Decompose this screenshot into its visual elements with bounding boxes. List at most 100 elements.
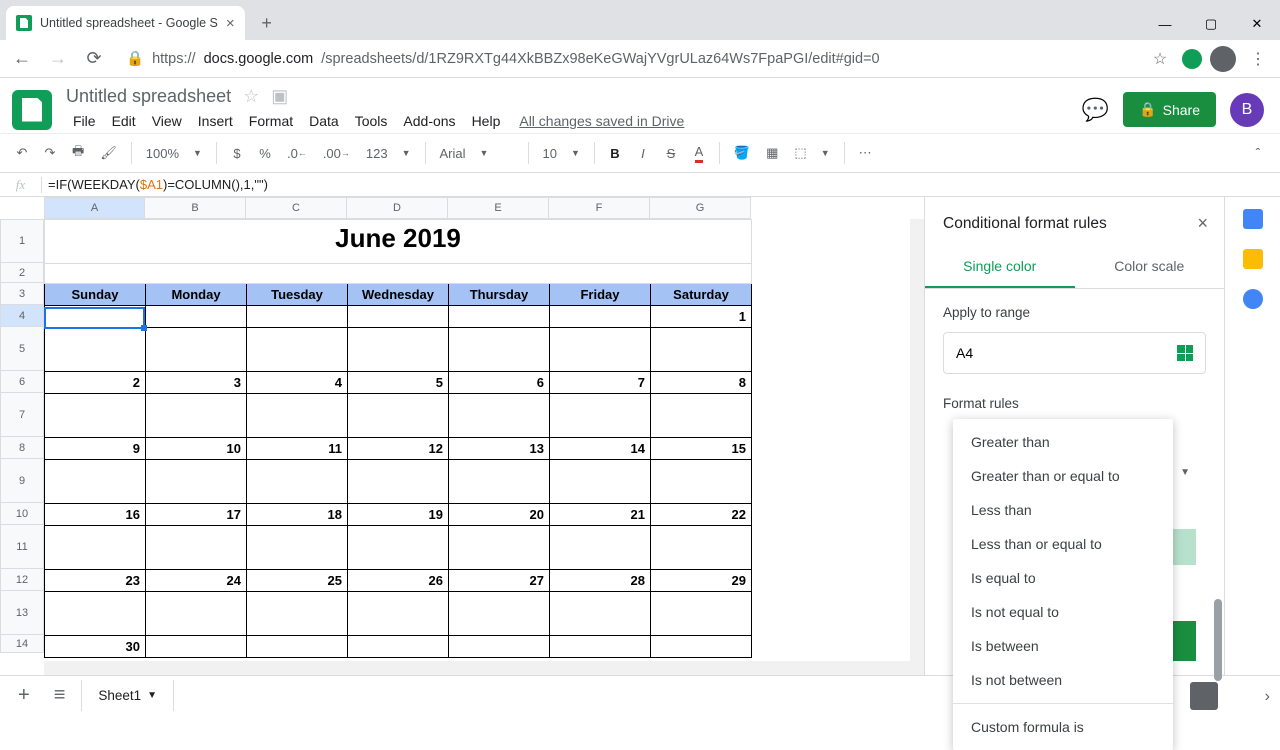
menu-addons[interactable]: Add-ons: [396, 109, 462, 133]
row-header[interactable]: 9: [0, 459, 44, 503]
more-formats-dropdown[interactable]: 123▼: [360, 142, 417, 165]
print-button[interactable]: 🖶: [66, 138, 90, 168]
dd-item-not-between[interactable]: Is not between: [953, 663, 1173, 697]
dd-item-less-equal[interactable]: Less than or equal to: [953, 527, 1173, 561]
back-button[interactable]: ←: [8, 48, 36, 69]
menu-view[interactable]: View: [145, 109, 189, 133]
menu-tools[interactable]: Tools: [348, 109, 395, 133]
row-header[interactable]: 11: [0, 525, 44, 569]
formula-input[interactable]: =IF(WEEKDAY($A1)=COLUMN(),1,""): [42, 177, 274, 193]
dd-item-between[interactable]: Is between: [953, 629, 1173, 663]
format-percent-button[interactable]: %: [253, 142, 277, 165]
close-tab-icon[interactable]: ×: [226, 15, 235, 32]
italic-button[interactable]: I: [631, 142, 655, 165]
bold-button[interactable]: B: [603, 142, 627, 165]
add-sheet-button[interactable]: +: [10, 680, 38, 711]
col-header[interactable]: F: [549, 197, 650, 219]
menu-data[interactable]: Data: [302, 109, 346, 133]
address-bar[interactable]: 🔒 https://docs.google.com/spreadsheets/d…: [116, 50, 1138, 67]
dd-item-greater-than[interactable]: Greater than: [953, 425, 1173, 459]
sheets-logo-icon[interactable]: [12, 90, 52, 130]
dd-item-custom-formula[interactable]: Custom formula is: [953, 710, 1173, 744]
dd-item-greater-equal[interactable]: Greater than or equal to: [953, 459, 1173, 493]
close-window-button[interactable]: ✕: [1234, 8, 1280, 40]
row-header[interactable]: 13: [0, 591, 44, 635]
menu-format[interactable]: Format: [242, 109, 300, 133]
col-header[interactable]: C: [246, 197, 347, 219]
tasks-addon-icon[interactable]: [1243, 289, 1263, 309]
strikethrough-button[interactable]: S: [659, 142, 683, 165]
account-avatar[interactable]: B: [1230, 93, 1264, 127]
doc-title[interactable]: Untitled spreadsheet: [66, 86, 231, 107]
new-tab-button[interactable]: +: [253, 9, 281, 37]
minimize-button[interactable]: ―: [1142, 8, 1188, 40]
bookmark-icon[interactable]: ☆: [1146, 49, 1174, 69]
more-toolbar-button[interactable]: ⋯: [853, 141, 878, 165]
chevron-down-icon[interactable]: ▼: [1180, 467, 1190, 478]
increase-decimal-button[interactable]: .00→: [317, 142, 356, 165]
keep-addon-icon[interactable]: [1243, 249, 1263, 269]
select-range-icon[interactable]: [1177, 345, 1193, 361]
borders-button[interactable]: ▦: [760, 141, 784, 165]
range-input[interactable]: [956, 345, 1169, 361]
forward-button[interactable]: →: [44, 48, 72, 69]
col-header[interactable]: D: [347, 197, 448, 219]
row-header[interactable]: 6: [0, 371, 44, 393]
save-status[interactable]: All changes saved in Drive: [519, 113, 684, 129]
row-header[interactable]: 12: [0, 569, 44, 591]
chrome-menu-icon[interactable]: ⋮: [1244, 49, 1272, 69]
row-header[interactable]: 1: [0, 219, 44, 263]
row-header[interactable]: 2: [0, 263, 44, 283]
text-color-button[interactable]: A: [687, 140, 711, 167]
row-header[interactable]: 4: [0, 305, 44, 327]
row-header[interactable]: 14: [0, 635, 44, 653]
all-sheets-button[interactable]: ≡: [46, 680, 74, 711]
extension-icon[interactable]: [1182, 49, 1202, 69]
tab-color-scale[interactable]: Color scale: [1075, 246, 1225, 288]
star-icon[interactable]: ☆: [243, 86, 259, 107]
formula-bar[interactable]: fx =IF(WEEKDAY($A1)=COLUMN(),1,""): [0, 173, 1280, 197]
menu-edit[interactable]: Edit: [105, 109, 143, 133]
undo-button[interactable]: ↶: [10, 141, 34, 165]
tab-single-color[interactable]: Single color: [925, 246, 1075, 288]
row-header[interactable]: 10: [0, 503, 44, 525]
chevron-down-icon[interactable]: ▼: [147, 690, 157, 701]
row-header[interactable]: 5: [0, 327, 44, 371]
explore-button[interactable]: [1190, 682, 1218, 710]
paint-format-button[interactable]: 🖌: [94, 141, 123, 165]
merge-cells-button[interactable]: ⬚▼: [788, 141, 835, 165]
col-header[interactable]: G: [650, 197, 751, 219]
row-header[interactable]: 7: [0, 393, 44, 437]
browser-tab[interactable]: Untitled spreadsheet - Google S ×: [6, 6, 245, 40]
sheet-tab-1[interactable]: Sheet1 ▼: [81, 680, 174, 711]
dd-item-equal[interactable]: Is equal to: [953, 561, 1173, 595]
move-folder-icon[interactable]: ▣: [271, 86, 288, 107]
dd-item-less-than[interactable]: Less than: [953, 493, 1173, 527]
font-dropdown[interactable]: Arial▼: [434, 142, 520, 165]
row-header[interactable]: 3: [0, 283, 44, 305]
col-header[interactable]: A: [44, 197, 145, 219]
col-header[interactable]: B: [145, 197, 246, 219]
horizontal-scrollbar[interactable]: [44, 661, 910, 675]
vertical-scrollbar[interactable]: [910, 219, 924, 675]
panel-scrollbar[interactable]: [1214, 489, 1222, 689]
close-panel-icon[interactable]: ×: [1197, 213, 1208, 234]
share-button[interactable]: 🔒 Share: [1123, 92, 1216, 127]
profile-avatar-icon[interactable]: [1210, 46, 1236, 72]
menu-help[interactable]: Help: [465, 109, 508, 133]
dd-item-not-equal[interactable]: Is not equal to: [953, 595, 1173, 629]
decrease-decimal-button[interactable]: .0←: [281, 142, 313, 165]
maximize-button[interactable]: ▢: [1188, 8, 1234, 40]
spreadsheet-grid[interactable]: A B C D E F G 1 2 3 4 5 6 7 8 9 10 11 12…: [0, 197, 924, 675]
col-header[interactable]: E: [448, 197, 549, 219]
menu-insert[interactable]: Insert: [191, 109, 240, 133]
menu-file[interactable]: File: [66, 109, 103, 133]
redo-button[interactable]: ↷: [38, 141, 62, 165]
expand-companion-icon[interactable]: ›: [1265, 688, 1270, 706]
row-header[interactable]: 8: [0, 437, 44, 459]
comments-icon[interactable]: 💬: [1082, 97, 1109, 123]
font-size-dropdown[interactable]: 10▼: [537, 142, 586, 165]
calendar-addon-icon[interactable]: [1243, 209, 1263, 229]
fill-color-button[interactable]: 🪣: [728, 141, 756, 165]
reload-button[interactable]: ⟳: [80, 48, 108, 69]
